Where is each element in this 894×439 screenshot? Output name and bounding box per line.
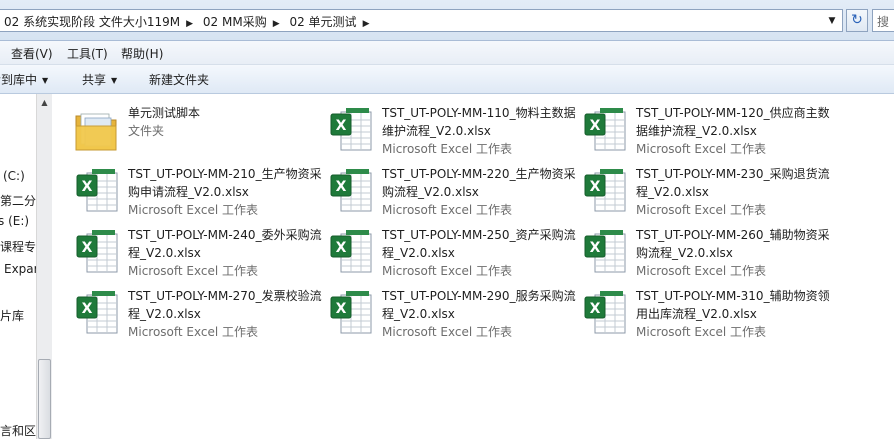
file-name: TST_UT-POLY-MM-290_服务采购流程_V2.0.xlsx	[382, 289, 576, 321]
svg-text:X: X	[336, 301, 347, 317]
file-type: Microsoft Excel 工作表	[636, 203, 767, 217]
file-name: TST_UT-POLY-MM-310_辅助物资领用出库流程_V2.0.xlsx	[636, 289, 830, 321]
file-name: TST_UT-POLY-MM-110_物料主数据维护流程_V2.0.xlsx	[382, 106, 576, 138]
navigation-pane: (C:) 第二分 s (E:) 课程专 Expar 片库 言和区	[0, 94, 38, 439]
file-name: TST_UT-POLY-MM-220_生产物资采购流程_V2.0.xlsx	[382, 167, 576, 199]
excel-icon: X	[581, 106, 629, 156]
folder-icon	[73, 106, 121, 156]
svg-text:X: X	[590, 301, 601, 317]
nav-item-drive-c[interactable]: (C:)	[3, 169, 25, 183]
file-name: TST_UT-POLY-MM-250_资产采购流程_V2.0.xlsx	[382, 228, 576, 260]
breadcrumb-separator-icon[interactable]: ▶	[273, 19, 280, 29]
file-item[interactable]: X TST_UT-POLY-MM-270_发票校验流程_V2.0.xlsx Mic…	[73, 285, 327, 343]
breadcrumb-separator-icon[interactable]: ▶	[363, 19, 370, 29]
search-placeholder: 搜	[877, 15, 890, 29]
nav-item-partition[interactable]: 第二分	[0, 192, 36, 209]
file-type: Microsoft Excel 工作表	[636, 142, 767, 156]
nav-item-drive-e[interactable]: s (E:)	[0, 214, 29, 228]
file-item[interactable]: X TST_UT-POLY-MM-230_采购退货流程_V2.0.xlsx Mic…	[581, 163, 835, 221]
nav-item-course[interactable]: 课程专	[0, 238, 36, 255]
excel-icon: X	[327, 228, 375, 278]
excel-icon: X	[327, 289, 375, 339]
nav-item-expand[interactable]: Expar	[4, 262, 38, 276]
address-bar-row: 02 系统实现阶段 文件大小119M ▶ 02 MM采购 ▶ 02 单元测试 ▶ ▼ …	[0, 0, 894, 41]
file-type: 文件夹	[128, 124, 165, 138]
svg-text:X: X	[82, 301, 93, 317]
scroll-up-icon[interactable]: ▲	[37, 96, 52, 110]
svg-text:X: X	[82, 179, 93, 195]
menu-view[interactable]: 查看(V)	[11, 45, 53, 62]
excel-icon: X	[581, 228, 629, 278]
nav-item-language[interactable]: 言和区	[0, 422, 36, 439]
file-item[interactable]: X TST_UT-POLY-MM-210_生产物资采购申请流程_V2.0.xls…	[73, 163, 327, 221]
address-history-dropdown-icon[interactable]: ▼	[824, 13, 840, 29]
breadcrumb-item[interactable]: 02 MM采购	[203, 15, 267, 29]
file-type: Microsoft Excel 工作表	[382, 203, 513, 217]
svg-text:X: X	[336, 118, 347, 134]
chevron-down-icon: ▼	[111, 76, 118, 85]
folder-item[interactable]: 单元测试脚本 文件夹	[73, 102, 327, 160]
file-type: Microsoft Excel 工作表	[382, 325, 513, 339]
include-in-library-label: 包含到库中	[0, 73, 38, 87]
menu-bar: 查看(V) 工具(T) 帮助(H)	[0, 41, 894, 65]
breadcrumb: 02 系统实现阶段 文件大小119M ▶ 02 MM采购 ▶ 02 单元测试 ▶	[4, 13, 375, 30]
file-type: Microsoft Excel 工作表	[382, 264, 513, 278]
file-item[interactable]: X TST_UT-POLY-MM-240_委外采购流程_V2.0.xlsx Mic…	[73, 224, 327, 282]
command-bar: 包含到库中 ▼ 共享 ▼ 新建文件夹	[0, 65, 894, 94]
nav-scrollbar[interactable]: ▲	[36, 94, 52, 439]
new-folder-button[interactable]: 新建文件夹	[149, 71, 209, 88]
file-type: Microsoft Excel 工作表	[382, 142, 513, 156]
file-type: Microsoft Excel 工作表	[128, 203, 259, 217]
file-name: TST_UT-POLY-MM-260_辅助物资采购流程_V2.0.xlsx	[636, 228, 830, 260]
menu-help[interactable]: 帮助(H)	[121, 45, 163, 62]
svg-text:X: X	[336, 240, 347, 256]
file-item[interactable]: X TST_UT-POLY-MM-310_辅助物资领用出库流程_V2.0.xls…	[581, 285, 835, 343]
include-in-library-button[interactable]: 包含到库中 ▼	[0, 71, 48, 88]
excel-icon: X	[581, 289, 629, 339]
excel-icon: X	[73, 228, 121, 278]
excel-icon: X	[327, 106, 375, 156]
search-input[interactable]: 搜	[872, 9, 894, 32]
file-name: TST_UT-POLY-MM-240_委外采购流程_V2.0.xlsx	[128, 228, 322, 260]
file-name: TST_UT-POLY-MM-230_采购退货流程_V2.0.xlsx	[636, 167, 830, 199]
file-item[interactable]: X TST_UT-POLY-MM-290_服务采购流程_V2.0.xlsx Mic…	[327, 285, 581, 343]
svg-text:X: X	[82, 240, 93, 256]
refresh-button[interactable]: ↻	[846, 9, 868, 32]
menu-tools[interactable]: 工具(T)	[67, 45, 108, 62]
file-item[interactable]: X TST_UT-POLY-MM-260_辅助物资采购流程_V2.0.xlsx M…	[581, 224, 835, 282]
file-name: TST_UT-POLY-MM-120_供应商主数据维护流程_V2.0.xlsx	[636, 106, 830, 138]
breadcrumb-separator-icon[interactable]: ▶	[186, 19, 193, 29]
svg-text:X: X	[590, 118, 601, 134]
file-item[interactable]: X TST_UT-POLY-MM-250_资产采购流程_V2.0.xlsx Mic…	[327, 224, 581, 282]
svg-text:X: X	[590, 179, 601, 195]
file-type: Microsoft Excel 工作表	[636, 264, 767, 278]
file-name: TST_UT-POLY-MM-270_发票校验流程_V2.0.xlsx	[128, 289, 322, 321]
share-button[interactable]: 共享 ▼	[82, 71, 117, 88]
file-type: Microsoft Excel 工作表	[636, 325, 767, 339]
file-type: Microsoft Excel 工作表	[128, 325, 259, 339]
file-item[interactable]: X TST_UT-POLY-MM-120_供应商主数据维护流程_V2.0.xls…	[581, 102, 835, 160]
file-name: TST_UT-POLY-MM-210_生产物资采购申请流程_V2.0.xlsx	[128, 167, 322, 199]
excel-icon: X	[581, 167, 629, 217]
excel-icon: X	[327, 167, 375, 217]
breadcrumb-item[interactable]: 02 系统实现阶段 文件大小119M	[4, 15, 180, 29]
file-item[interactable]: X TST_UT-POLY-MM-110_物料主数据维护流程_V2.0.xlsx…	[327, 102, 581, 160]
address-bar[interactable]: 02 系统实现阶段 文件大小119M ▶ 02 MM采购 ▶ 02 单元测试 ▶ ▼	[0, 9, 843, 32]
svg-text:X: X	[590, 240, 601, 256]
breadcrumb-item[interactable]: 02 单元测试	[289, 15, 356, 29]
scrollbar-thumb[interactable]	[38, 359, 51, 439]
share-label: 共享	[82, 73, 107, 87]
excel-icon: X	[73, 289, 121, 339]
file-name: 单元测试脚本	[128, 106, 201, 120]
nav-item-library[interactable]: 片库	[0, 307, 24, 324]
chevron-down-icon: ▼	[42, 76, 49, 85]
svg-text:X: X	[336, 179, 347, 195]
file-list: 单元测试脚本 文件夹 X TST_UT-POLY-MM-110_物料主数据维护流程…	[53, 94, 894, 439]
excel-icon: X	[73, 167, 121, 217]
file-type: Microsoft Excel 工作表	[128, 264, 259, 278]
file-item[interactable]: X TST_UT-POLY-MM-220_生产物资采购流程_V2.0.xlsx M…	[327, 163, 581, 221]
